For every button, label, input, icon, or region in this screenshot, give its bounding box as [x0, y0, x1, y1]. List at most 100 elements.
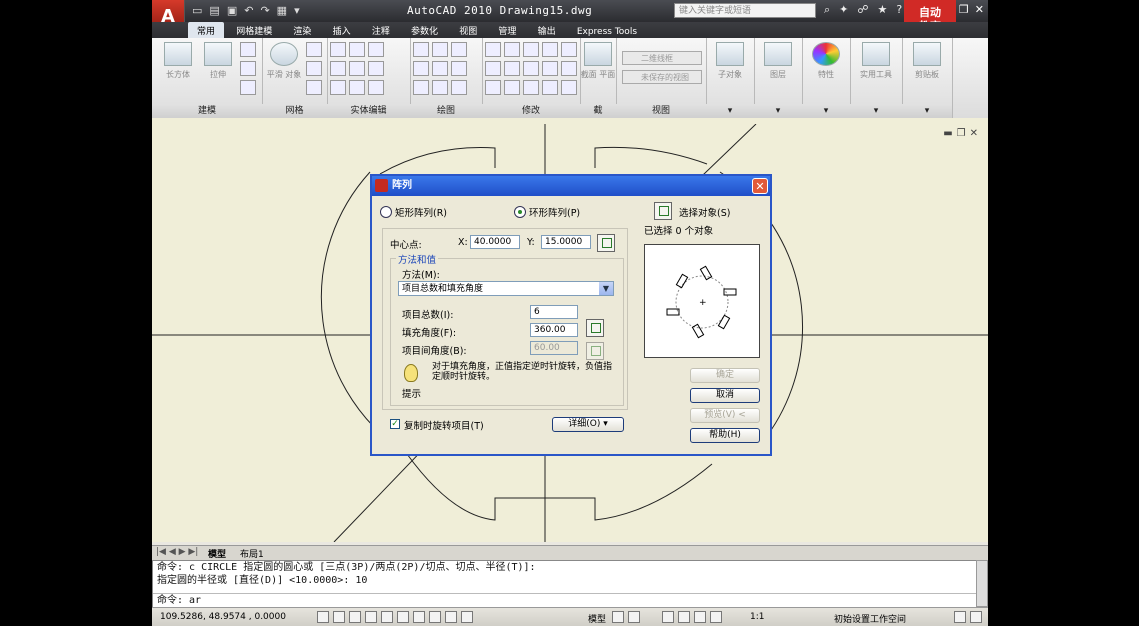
plot-icon[interactable]: ▦ [277, 4, 287, 17]
scale-icon[interactable] [504, 61, 520, 76]
restore-icon[interactable]: ❐ [959, 3, 969, 16]
method-select[interactable]: 项目总数和填充角度 ▼ [398, 281, 614, 296]
panel-label-subobject[interactable]: ▾ [706, 104, 754, 118]
tab-layout1[interactable]: 布局1 [240, 547, 264, 560]
cancel-button[interactable]: 取消 [690, 388, 760, 403]
tab-model[interactable]: 模型 [208, 547, 226, 560]
move-icon[interactable] [523, 42, 539, 57]
viewport-restore-icon[interactable]: ❐ [957, 128, 966, 139]
viewport-close-icon[interactable]: ✕ [970, 128, 978, 139]
pick-angle-between-button[interactable] [586, 342, 604, 360]
help-button[interactable]: 帮助(H) [690, 428, 760, 443]
tab-express-tools[interactable]: Express Tools [568, 25, 646, 39]
spline-icon[interactable] [413, 61, 429, 76]
trim-icon[interactable] [485, 42, 501, 57]
communication-icon[interactable]: ☍ [857, 3, 868, 17]
center-y-input[interactable]: 15.0000 [541, 235, 591, 249]
layout-nav-arrows-icon[interactable]: |◀ ◀ ▶ ▶| [156, 547, 198, 557]
ok-button[interactable]: 确定 [690, 368, 760, 383]
panel-label-utilities[interactable]: ▾ [850, 104, 902, 118]
new-file-icon[interactable]: ▭ [192, 4, 202, 17]
polyline-icon[interactable] [432, 42, 448, 57]
dialog-close-button[interactable]: ✕ [752, 178, 768, 194]
undo-icon[interactable]: ↶ [244, 4, 253, 17]
subtract-icon[interactable] [330, 61, 346, 76]
copy-icon[interactable] [542, 42, 558, 57]
command-scrollbar[interactable] [976, 560, 988, 607]
array-icon[interactable] [542, 61, 558, 76]
mesh-uncrease-icon[interactable] [306, 80, 322, 95]
command-input[interactable]: 命令: ar [153, 593, 977, 607]
tab-annotate[interactable]: 注释 [363, 22, 399, 39]
help-icon[interactable]: ? [896, 3, 902, 17]
search-input[interactable]: 键入关键字或短语 [674, 3, 816, 18]
model-space-button[interactable]: 模型 [588, 612, 606, 625]
panel-label-section[interactable]: 截 [580, 104, 616, 118]
mesh-crease-icon[interactable] [306, 61, 322, 76]
circle-icon[interactable] [451, 61, 467, 76]
tab-manage[interactable]: 管理 [489, 22, 525, 39]
panel-label-draw[interactable]: 绘图 [410, 104, 482, 118]
total-items-input[interactable]: 6 [530, 305, 578, 319]
zoom-icon[interactable] [678, 611, 690, 623]
tab-mesh-modeling[interactable]: 网格建模 [227, 22, 281, 39]
layout-icon[interactable] [612, 611, 624, 623]
layers-button[interactable]: 图层 [760, 42, 796, 80]
snap-toggle-icon[interactable] [317, 611, 329, 623]
panel-label-clipboard[interactable]: ▾ [902, 104, 952, 118]
subobject-button[interactable]: 子对象 [712, 42, 748, 80]
rect-array-radio[interactable]: 矩形阵列(R) [380, 205, 447, 219]
visual-style-dropdown[interactable]: 二维线框 [622, 51, 702, 65]
tab-parametric[interactable]: 参数化 [402, 22, 447, 39]
dialog-title-bar[interactable]: 阵列 ✕ [372, 176, 770, 196]
lock-icon[interactable] [954, 611, 966, 623]
section-plane-button[interactable]: 截面 平面 [580, 42, 616, 80]
chevron-down-icon[interactable]: ▼ [599, 282, 613, 295]
redo-icon[interactable]: ↷ [260, 4, 269, 17]
showmotion-icon[interactable] [710, 611, 722, 623]
properties-button[interactable]: 特性 [808, 42, 844, 80]
steering-wheel-icon[interactable] [694, 611, 706, 623]
fillet-icon[interactable] [561, 42, 577, 57]
panel-label-modeling[interactable]: 建模 [152, 104, 262, 118]
explode-icon[interactable] [485, 80, 501, 95]
utilities-button[interactable]: 实用工具 [858, 42, 894, 80]
union-icon[interactable] [330, 42, 346, 57]
tab-home[interactable]: 常用 [188, 22, 225, 39]
save-icon[interactable]: ▣ [227, 4, 237, 17]
slice-icon[interactable] [368, 80, 384, 95]
polar-array-radio[interactable]: 环形阵列(P) [514, 205, 580, 219]
pan-icon[interactable] [662, 611, 674, 623]
dyn-toggle-icon[interactable] [429, 611, 441, 623]
mirror-icon[interactable] [561, 61, 577, 76]
ducs-toggle-icon[interactable] [413, 611, 425, 623]
arc-icon[interactable] [451, 42, 467, 57]
angle-between-input[interactable]: 60.00 [530, 341, 578, 355]
favorites-icon[interactable]: ★ [878, 3, 888, 17]
lineweight-toggle-icon[interactable] [445, 611, 457, 623]
polygon-icon[interactable] [413, 80, 429, 95]
thicken-icon[interactable] [349, 80, 365, 95]
smooth-object-button[interactable]: 平滑 对象 [266, 42, 302, 80]
separate-icon[interactable] [368, 61, 384, 76]
fill-angle-input[interactable]: 360.00 [530, 323, 578, 337]
center-x-input[interactable]: 40.0000 [470, 235, 520, 249]
viewport-minimize-icon[interactable]: ▬ [943, 128, 952, 139]
binoculars-icon[interactable]: ⌕ [824, 3, 830, 17]
tab-render[interactable]: 渲染 [284, 22, 320, 39]
offset-icon[interactable] [523, 61, 539, 76]
match-icon[interactable] [523, 80, 539, 95]
rotate-icon[interactable] [504, 42, 520, 57]
clipboard-button[interactable]: 剪贴板 [909, 42, 945, 80]
rectangle-icon[interactable] [432, 80, 448, 95]
pick-fill-angle-button[interactable] [586, 319, 604, 337]
pick-center-button[interactable] [597, 234, 615, 252]
qat-dropdown-icon[interactable]: ▾ [294, 4, 300, 17]
open-file-icon[interactable]: ▤ [209, 4, 219, 17]
extract-edges-icon[interactable] [349, 42, 365, 57]
annotation-scale-dropdown[interactable]: 1:1 [750, 612, 764, 622]
smooth-icon[interactable] [240, 61, 256, 76]
rotate-items-checkbox[interactable]: ✓ [390, 419, 400, 429]
panel-label-layers[interactable]: ▾ [754, 104, 802, 118]
xline-icon[interactable] [432, 61, 448, 76]
